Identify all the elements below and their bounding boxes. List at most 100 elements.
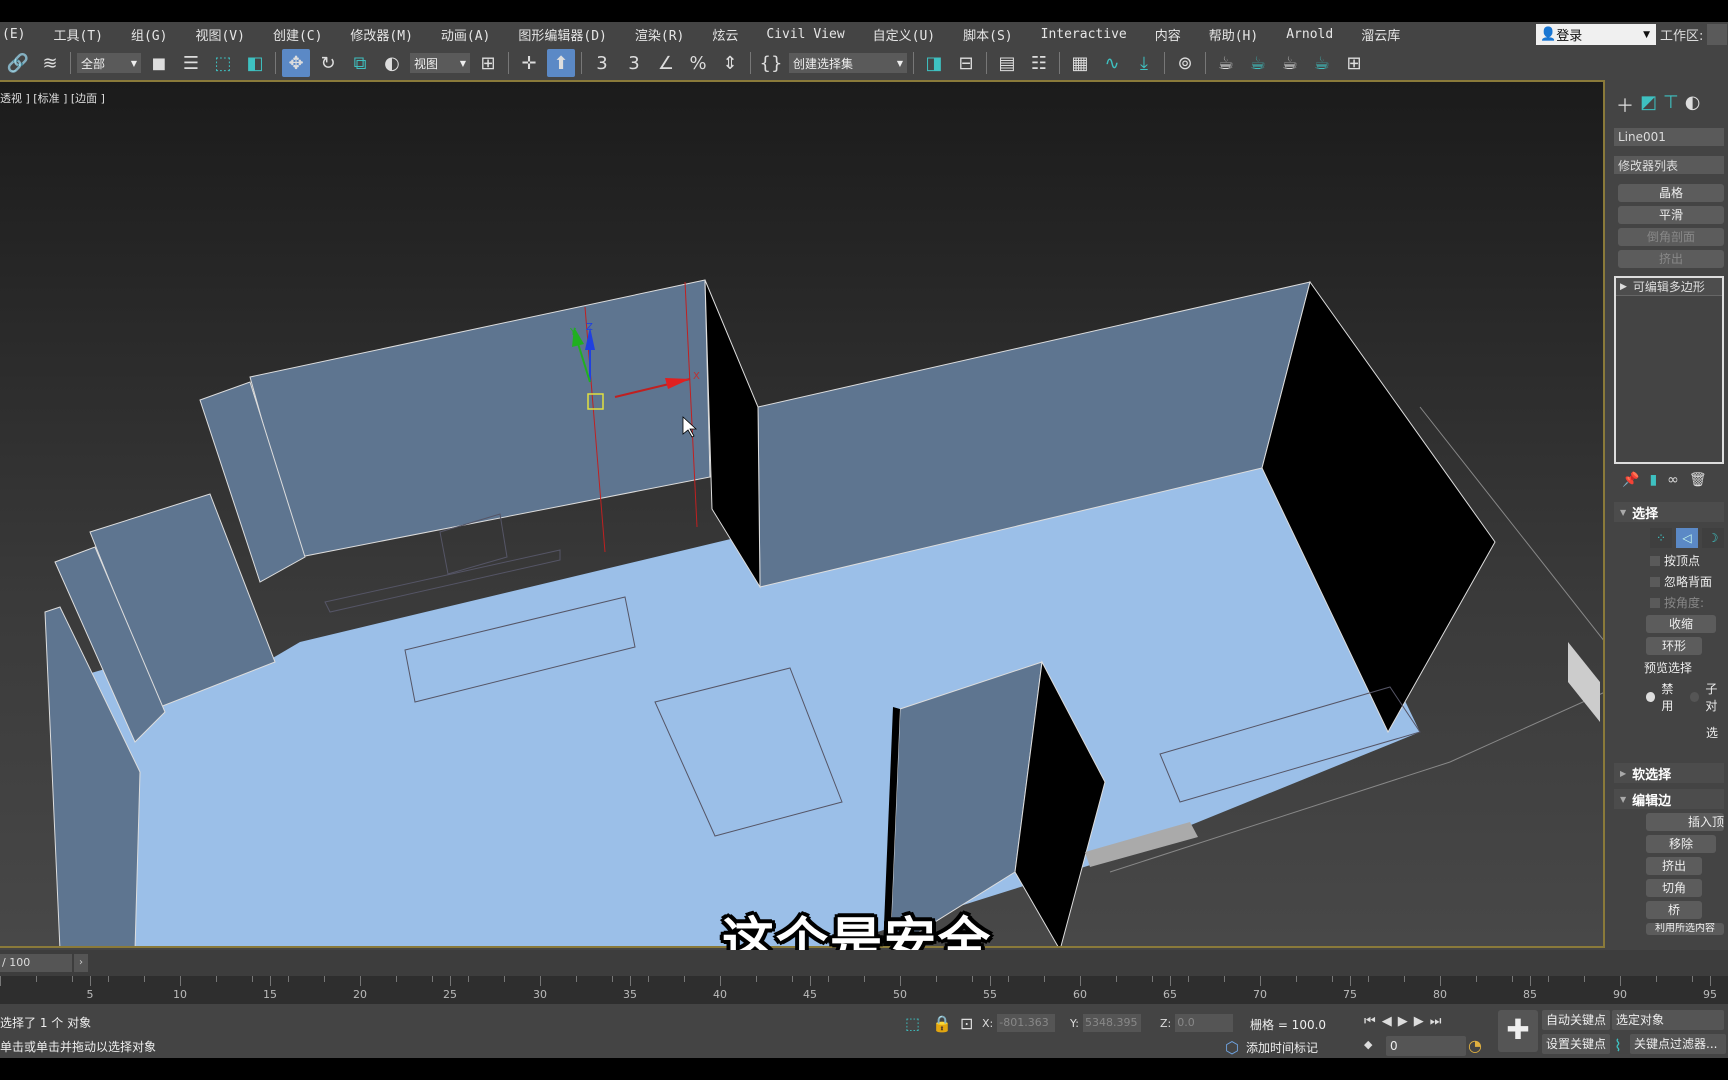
object-name-field[interactable]: Line001	[1614, 128, 1724, 146]
remove-modifier-icon[interactable]: 🗑	[1689, 472, 1707, 488]
named-selection-dropdown[interactable]: 创建选择集 ▼	[789, 53, 907, 73]
coord-x-field[interactable]: -801.363	[997, 1014, 1056, 1032]
coord-y-field[interactable]: 5348.395	[1082, 1014, 1141, 1032]
schematic-view-icon[interactable]: ⤓	[1130, 49, 1158, 77]
key-filter-icon[interactable]: ⌇	[1614, 1036, 1622, 1055]
viewport-layout-icon[interactable]: ⊞	[1340, 49, 1368, 77]
hierarchy-tab-icon[interactable]: ⊤	[1663, 92, 1679, 118]
coord-z-field[interactable]: 0.0	[1175, 1014, 1234, 1032]
menu-arnold[interactable]: Arnold	[1272, 27, 1347, 42]
modifier-extrude-button[interactable]: 挤出	[1618, 250, 1724, 268]
modifier-stack[interactable]: ▶ 可编辑多边形	[1614, 276, 1724, 464]
snap-3d-icon[interactable]: 3	[588, 49, 616, 77]
modifier-smooth-button[interactable]: 平滑	[1618, 206, 1724, 224]
menu-graph-editors[interactable]: 图形编辑器(D)	[504, 25, 620, 44]
vertex-level-icon[interactable]: ⁘	[1650, 528, 1672, 548]
render-iterative-icon[interactable]: ☕	[1308, 49, 1336, 77]
menu-interactive[interactable]: Interactive	[1027, 27, 1141, 42]
layer-explorer-icon[interactable]: ☷	[1025, 49, 1053, 77]
menu-tools[interactable]: 工具(T)	[39, 25, 116, 44]
remove-button[interactable]: 移除	[1646, 835, 1716, 853]
key-mode-icon[interactable]: ◆	[1364, 1038, 1372, 1051]
time-config-icon[interactable]: ◔	[1468, 1036, 1482, 1055]
menu-animation[interactable]: 动画(A)	[427, 25, 504, 44]
create-tab-icon[interactable]: ＋	[1616, 92, 1634, 118]
isolate-selection-icon[interactable]: ⬚	[905, 1014, 920, 1033]
edit-named-selection-icon[interactable]: {}	[757, 49, 785, 77]
rect-selection-icon[interactable]: ⬚	[209, 49, 237, 77]
render-frame-window-icon[interactable]: ☕	[1244, 49, 1272, 77]
chamfer-button[interactable]: 切角	[1646, 879, 1702, 897]
extrude-button[interactable]: 挤出	[1646, 857, 1702, 875]
checkbox-box[interactable]	[1650, 576, 1660, 587]
menu-xuanyun[interactable]: 炫云	[698, 25, 752, 44]
select-object-icon[interactable]: ◼	[145, 49, 173, 77]
render-setup-icon[interactable]: ☕	[1212, 49, 1240, 77]
modifier-bevel-profile-button[interactable]: 倒角剖面	[1618, 228, 1724, 246]
material-editor-icon[interactable]: ⊚	[1171, 49, 1199, 77]
radio-subobject[interactable]	[1690, 692, 1700, 702]
key-target-dropdown[interactable]: 选定对象	[1612, 1010, 1724, 1030]
play-icon[interactable]: ▶	[1398, 1014, 1408, 1029]
modify-tab-icon[interactable]: ◩	[1640, 92, 1657, 118]
pin-stack-icon[interactable]: 📌	[1622, 472, 1639, 488]
go-to-end-icon[interactable]: ⏭	[1430, 1014, 1442, 1029]
border-level-icon[interactable]: ☽	[1702, 528, 1724, 548]
workspace-selector[interactable]: 工作区:	[1660, 24, 1728, 45]
menu-content[interactable]: 内容	[1141, 25, 1195, 44]
track-bar[interactable]: 5 10 15 20 25 30 35 40 45 50 55 60 65 70 75 80 85 90 95	[0, 976, 1728, 1004]
render-production-icon[interactable]: ☕	[1276, 49, 1304, 77]
menu-create[interactable]: 创建(C)	[259, 25, 336, 44]
menu-civil-view[interactable]: Civil View	[752, 27, 858, 42]
reference-coord-dropdown[interactable]: 视图 ▼	[410, 53, 470, 73]
keyboard-shortcut-toggle-icon[interactable]: ⬆	[547, 49, 575, 77]
align-icon[interactable]: ⊟	[952, 49, 980, 77]
menu-rendering[interactable]: 渲染(R)	[621, 25, 698, 44]
menu-liuyunku[interactable]: 溜云库	[1347, 25, 1414, 44]
scale-icon[interactable]: ⧉	[346, 49, 374, 77]
ignore-backfacing-checkbox[interactable]: 忽略背面	[1650, 573, 1728, 590]
mirror-icon[interactable]: ◨	[920, 49, 948, 77]
bridge-button[interactable]: 桥	[1646, 901, 1702, 919]
next-frame-icon[interactable]: ›	[74, 954, 88, 972]
modifier-list-dropdown[interactable]: 修改器列表	[1614, 156, 1724, 174]
menu-scripting[interactable]: 脚本(S)	[949, 25, 1026, 44]
motion-tab-icon[interactable]: ◐	[1685, 92, 1701, 118]
by-vertex-checkbox[interactable]: 按顶点	[1650, 552, 1728, 569]
set-key-big-button[interactable]: ✚	[1498, 1010, 1538, 1052]
select-by-name-icon[interactable]: ☰	[177, 49, 205, 77]
workspace-dropdown[interactable]	[1707, 24, 1728, 45]
edge-level-icon[interactable]: ◁	[1676, 528, 1698, 548]
stack-item-editable-poly[interactable]: ▶ 可编辑多边形	[1616, 278, 1722, 296]
key-filters-button[interactable]: 关键点过滤器...	[1630, 1034, 1726, 1054]
scene-explorer-icon[interactable]: ▤	[993, 49, 1021, 77]
modifier-lattice-button[interactable]: 晶格	[1618, 184, 1724, 202]
make-unique-icon[interactable]: ∞	[1667, 472, 1679, 488]
time-slider[interactable]: / 100	[0, 954, 72, 972]
window-crossing-icon[interactable]: ◧	[241, 49, 269, 77]
link-icon[interactable]: 🔗	[4, 49, 32, 77]
selection-filter-dropdown[interactable]: 全部 ▼	[77, 53, 141, 73]
shrink-button[interactable]: 收缩	[1646, 615, 1716, 633]
curve-editor-icon[interactable]: ∿	[1098, 49, 1126, 77]
absolute-mode-icon[interactable]: ⊡	[960, 1014, 973, 1033]
lock-selection-icon[interactable]: 🔒	[932, 1014, 952, 1033]
expand-triangle-icon[interactable]: ▶	[1620, 282, 1627, 292]
insert-vertex-button[interactable]: 插入顶	[1646, 813, 1724, 831]
rollout-edit-edges[interactable]: ▼ 编辑边	[1614, 789, 1724, 809]
radio-disable[interactable]	[1646, 692, 1656, 702]
show-end-result-icon[interactable]: ▮	[1649, 472, 1657, 488]
previous-frame-icon[interactable]: ◀	[1382, 1014, 1392, 1029]
create-shape-button[interactable]: 利用所选内容	[1646, 923, 1724, 935]
angle-snap-icon[interactable]: ∠	[652, 49, 680, 77]
current-frame-field[interactable]: 0	[1386, 1036, 1466, 1056]
ring-button[interactable]: 环形	[1646, 637, 1702, 655]
set-key-button[interactable]: 设置关键点	[1542, 1034, 1611, 1054]
perspective-viewport[interactable]: 透视 ] [标准 ] [边面 ] X Y Z	[0, 80, 1605, 948]
menu-customize[interactable]: 自定义(U)	[859, 25, 949, 44]
snap-3d-alt-icon[interactable]: 3	[620, 49, 648, 77]
menu-edit[interactable]: (E)	[0, 27, 39, 42]
checkbox-box[interactable]	[1650, 555, 1660, 566]
rollout-soft-selection[interactable]: ▶ 软选择	[1614, 763, 1724, 783]
login-dropdown[interactable]: 👤 登录 ▼	[1536, 24, 1656, 45]
